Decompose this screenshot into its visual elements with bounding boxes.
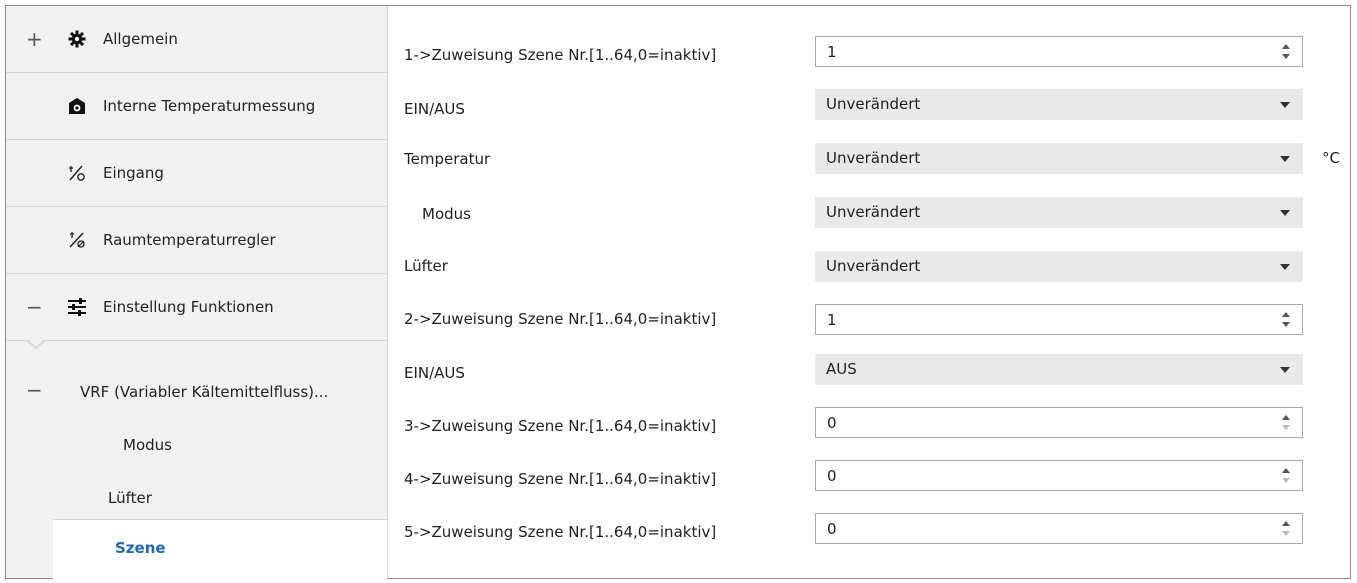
param-label-scene-4: 4->Zuweisung Szene Nr.[1..64,0=inaktiv] [404,470,717,488]
modus-dropdown[interactable]: Unverändert [815,197,1303,228]
sidebar-item-luefter[interactable]: Lüfter [6,487,387,513]
chevron-down-icon[interactable] [1280,210,1290,216]
dropdown-value: Unverändert [826,149,921,167]
collapse-icon[interactable]: − [26,295,43,319]
spinner-arrows-icon[interactable] [1280,412,1292,434]
dropdown-value: AUS [826,360,857,378]
temperatur-dropdown[interactable]: Unverändert [815,143,1303,174]
param-label-scene-3: 3->Zuweisung Szene Nr.[1..64,0=inaktiv] [404,417,717,435]
chevron-down-icon[interactable] [1280,264,1290,270]
spinner-arrows-icon[interactable] [1280,518,1292,540]
room-controller-icon [66,229,88,251]
dropdown-value: Unverändert [826,95,921,113]
param-label-scene-1: 1->Zuweisung Szene Nr.[1..64,0=inaktiv] [404,46,717,64]
spinner-arrows-icon[interactable] [1280,465,1292,487]
expand-icon[interactable]: + [26,27,43,51]
param-label-scene-5: 5->Zuweisung Szene Nr.[1..64,0=inaktiv] [404,523,717,541]
param-label-temperatur: Temperatur [404,150,491,168]
spinner-value: 0 [827,414,837,432]
sidebar-item-eingang[interactable]: Eingang [6,140,387,207]
spinner-value: 0 [827,467,837,485]
sidebar-item-label: Einstellung Funktionen [103,298,274,316]
gear-icon [66,28,88,50]
sidebar-item-label: Raumtemperaturregler [103,231,276,249]
spinner-arrows-icon[interactable] [1280,41,1292,63]
sidebar-item-label: Modus [123,436,172,454]
section-notch-fill [27,339,45,347]
sidebar-item-einstellung-funktionen[interactable]: − Einstellung Funktionen [6,274,387,341]
collapse-icon[interactable]: − [26,378,43,402]
dropdown-value: Unverändert [826,203,921,221]
sidebar-item-raumtemperaturregler[interactable]: Raumtemperaturregler [6,207,387,274]
sidebar-item-label: Lüfter [108,489,152,507]
sidebar-item-szene[interactable]: Szene [53,519,387,579]
thermometer-box-icon [66,95,88,117]
scene-4-number-spinner[interactable]: 0 [815,460,1303,491]
spinner-value: 1 [827,43,837,61]
sidebar: + Allgemein Interne Temperaturmessung Ei… [6,6,388,579]
sidebar-item-label: Eingang [103,164,164,182]
ein-aus-dropdown[interactable]: Unverändert [815,89,1303,120]
param-label-ein-aus: EIN/AUS [404,100,465,118]
sidebar-item-label: Allgemein [103,30,178,48]
scene-2-number-spinner[interactable]: 1 [815,304,1303,335]
param-label-luefter: Lüfter [404,257,448,275]
sidebar-item-label: Interne Temperaturmessung [103,97,316,115]
chevron-down-icon[interactable] [1280,367,1290,373]
sidebar-item-modus[interactable]: Modus [6,434,387,460]
chevron-down-icon[interactable] [1280,102,1290,108]
sidebar-item-label: VRF (Variabler Kältemittelfluss)... [80,383,329,401]
param-label-ein-aus-2: EIN/AUS [404,364,465,382]
spinner-value: 1 [827,311,837,329]
param-label-modus: Modus [422,205,471,223]
ein-aus-2-dropdown[interactable]: AUS [815,354,1303,385]
sliders-icon [66,296,88,318]
chevron-down-icon[interactable] [1280,156,1290,162]
scene-5-number-spinner[interactable]: 0 [815,513,1303,544]
scene-3-number-spinner[interactable]: 0 [815,407,1303,438]
sidebar-item-label: Szene [115,539,166,557]
luefter-dropdown[interactable]: Unverändert [815,251,1303,282]
param-label-scene-2: 2->Zuweisung Szene Nr.[1..64,0=inaktiv] [404,310,717,328]
scene-1-number-spinner[interactable]: 1 [815,36,1303,67]
dropdown-value: Unverändert [826,257,921,275]
sidebar-item-allgemein[interactable]: + Allgemein [6,6,387,73]
input-sensor-icon [66,162,88,184]
temperature-unit: °C [1322,149,1340,167]
spinner-value: 0 [827,520,837,538]
sidebar-item-interne-temperaturmessung[interactable]: Interne Temperaturmessung [6,73,387,140]
spinner-arrows-icon[interactable] [1280,309,1292,331]
sidebar-item-vrf[interactable]: − VRF (Variabler Kältemittelfluss)... [6,378,387,411]
